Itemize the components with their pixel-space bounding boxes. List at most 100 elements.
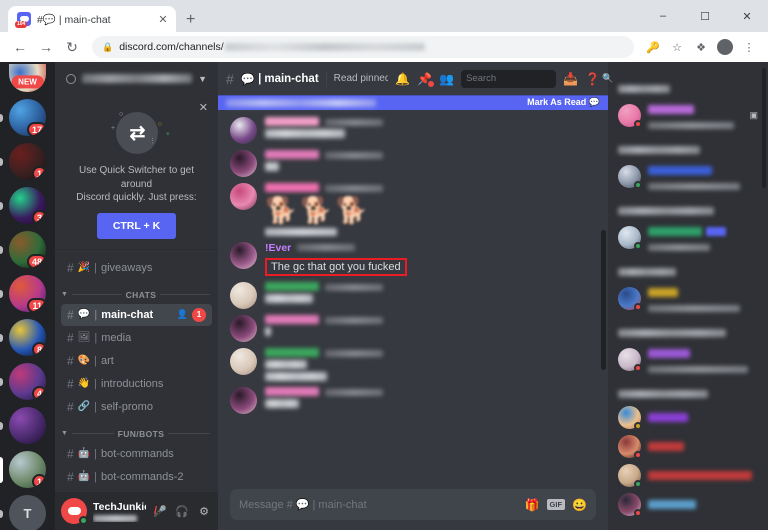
avatar[interactable]: [618, 103, 642, 128]
mark-as-read-button[interactable]: Mark As Read 💬: [527, 97, 600, 108]
server-item[interactable]: 1: [0, 451, 55, 488]
avatar[interactable]: [61, 498, 88, 525]
avatar[interactable]: [618, 225, 642, 250]
member-row[interactable]: [608, 461, 768, 490]
key-icon[interactable]: 🔑: [642, 36, 664, 58]
minimize-button[interactable]: –: [642, 0, 684, 32]
server-icon[interactable]: T: [9, 495, 46, 530]
inbox-icon[interactable]: 📥: [563, 72, 578, 86]
server-item[interactable]: 48: [0, 231, 55, 268]
avatar[interactable]: [618, 464, 642, 488]
server-icon[interactable]: NEW: [9, 64, 46, 92]
avatar[interactable]: [230, 150, 257, 177]
member-row[interactable]: [608, 432, 768, 461]
members-icon[interactable]: 👥: [439, 72, 454, 86]
avatar[interactable]: [618, 435, 642, 459]
tab-close-icon[interactable]: ✕: [156, 13, 170, 26]
quick-switcher-key-button[interactable]: CTRL + K: [96, 212, 177, 239]
avatar[interactable]: [230, 348, 257, 375]
avatar[interactable]: [230, 282, 257, 309]
message-author[interactable]: [265, 348, 319, 357]
search-box[interactable]: 🔍: [461, 69, 613, 88]
avatar[interactable]: [618, 347, 642, 372]
member-row[interactable]: ▣: [608, 98, 768, 132]
gear-icon[interactable]: ⚙: [196, 505, 212, 518]
message-input[interactable]: Message # 💬 | main-chat: [239, 498, 518, 512]
bell-icon[interactable]: 🔔: [395, 72, 410, 86]
server-item[interactable]: NEW: [0, 64, 55, 92]
profile-avatar[interactable]: [714, 36, 736, 58]
category-header[interactable]: ▼ FUN/BOTS: [55, 419, 218, 442]
guild-header[interactable]: ▼: [55, 62, 218, 95]
search-input[interactable]: [466, 73, 599, 84]
message-author[interactable]: [265, 387, 319, 396]
browser-tab[interactable]: 104 #💬 | main-chat ✕: [8, 6, 176, 32]
help-icon[interactable]: ❓: [585, 72, 600, 86]
server-item[interactable]: 1: [0, 143, 55, 180]
avatar[interactable]: [230, 387, 257, 414]
maximize-button[interactable]: ☐: [684, 0, 726, 32]
back-button[interactable]: ←: [8, 35, 32, 59]
sidebar-item-bot-commands-2[interactable]: # 🤖 | bot-commands-2: [61, 466, 212, 488]
server-icon[interactable]: [9, 407, 46, 444]
avatar[interactable]: [230, 315, 257, 342]
sidebar-item-introductions[interactable]: # 👋 | introductions: [61, 373, 212, 395]
sidebar-item-media[interactable]: # 🖼 | media: [61, 327, 212, 349]
extensions-icon[interactable]: ❖: [690, 36, 712, 58]
member-scrollbar[interactable]: [762, 68, 766, 188]
member-row[interactable]: [608, 281, 768, 315]
mic-muted-icon[interactable]: 🎤 /: [152, 505, 168, 518]
star-icon[interactable]: ☆: [666, 36, 688, 58]
headphones-icon[interactable]: 🎧: [174, 505, 190, 518]
avatar[interactable]: [230, 117, 257, 144]
server-icon[interactable]: 8: [9, 319, 46, 356]
sidebar-item-giveaways[interactable]: # 🎉 | giveaways: [61, 257, 212, 279]
emoji-icon[interactable]: 😀: [572, 498, 587, 512]
message-author[interactable]: [265, 117, 319, 126]
server-item[interactable]: [0, 407, 55, 444]
close-window-button[interactable]: ✕: [726, 0, 768, 32]
message-author[interactable]: [265, 315, 319, 324]
server-icon[interactable]: 11: [9, 275, 46, 312]
server-icon[interactable]: 48: [9, 231, 46, 268]
server-item[interactable]: 11: [0, 275, 55, 312]
message-author[interactable]: [265, 183, 319, 192]
avatar[interactable]: [230, 242, 257, 269]
composer-input-wrap[interactable]: Message # 💬 | main-chat 🎁 GIF 😀: [230, 489, 596, 520]
reload-button[interactable]: ↻: [60, 35, 84, 59]
member-row[interactable]: [608, 342, 768, 376]
message-author[interactable]: !Ever: [265, 242, 291, 254]
server-item[interactable]: T: [0, 495, 55, 530]
server-icon[interactable]: 1: [9, 143, 46, 180]
new-tab-button[interactable]: +: [186, 11, 195, 29]
address-bar[interactable]: 🔒 discord.com/channels/: [92, 36, 634, 58]
gift-icon[interactable]: 🎁: [525, 498, 540, 512]
avatar[interactable]: [618, 286, 642, 311]
message-author[interactable]: [265, 282, 319, 291]
category-header[interactable]: ▼ CHATS: [55, 280, 218, 303]
pin-icon[interactable]: 📌: [417, 72, 435, 87]
avatar[interactable]: [230, 183, 257, 210]
server-icon[interactable]: 17: [9, 99, 46, 136]
message-scrollbar[interactable]: [601, 230, 606, 370]
member-row[interactable]: [608, 490, 768, 519]
server-icon[interactable]: 3: [9, 187, 46, 224]
member-row[interactable]: [608, 220, 768, 254]
avatar[interactable]: [618, 406, 642, 430]
server-item[interactable]: 4: [0, 363, 55, 400]
server-item[interactable]: 8: [0, 319, 55, 356]
browser-menu-icon[interactable]: ⋮: [738, 36, 760, 58]
add-member-icon[interactable]: 👤: [177, 309, 188, 320]
sidebar-item-bot-commands[interactable]: # 🤖 | bot-commands: [61, 443, 212, 465]
avatar[interactable]: [618, 493, 642, 517]
gif-button[interactable]: GIF: [546, 499, 566, 510]
avatar[interactable]: [618, 164, 642, 189]
sidebar-item-self-promo[interactable]: # 🔗 | self-promo: [61, 396, 212, 418]
sidebar-item-art[interactable]: # 🎨 | art: [61, 350, 212, 372]
forward-button[interactable]: →: [34, 35, 58, 59]
member-row[interactable]: [608, 403, 768, 432]
server-item[interactable]: 3: [0, 187, 55, 224]
unread-messages-bar[interactable]: Mark As Read 💬: [218, 95, 608, 110]
server-icon[interactable]: 4: [9, 363, 46, 400]
sidebar-item-main-chat[interactable]: # 💬 | main-chat 👤 1: [61, 303, 212, 326]
